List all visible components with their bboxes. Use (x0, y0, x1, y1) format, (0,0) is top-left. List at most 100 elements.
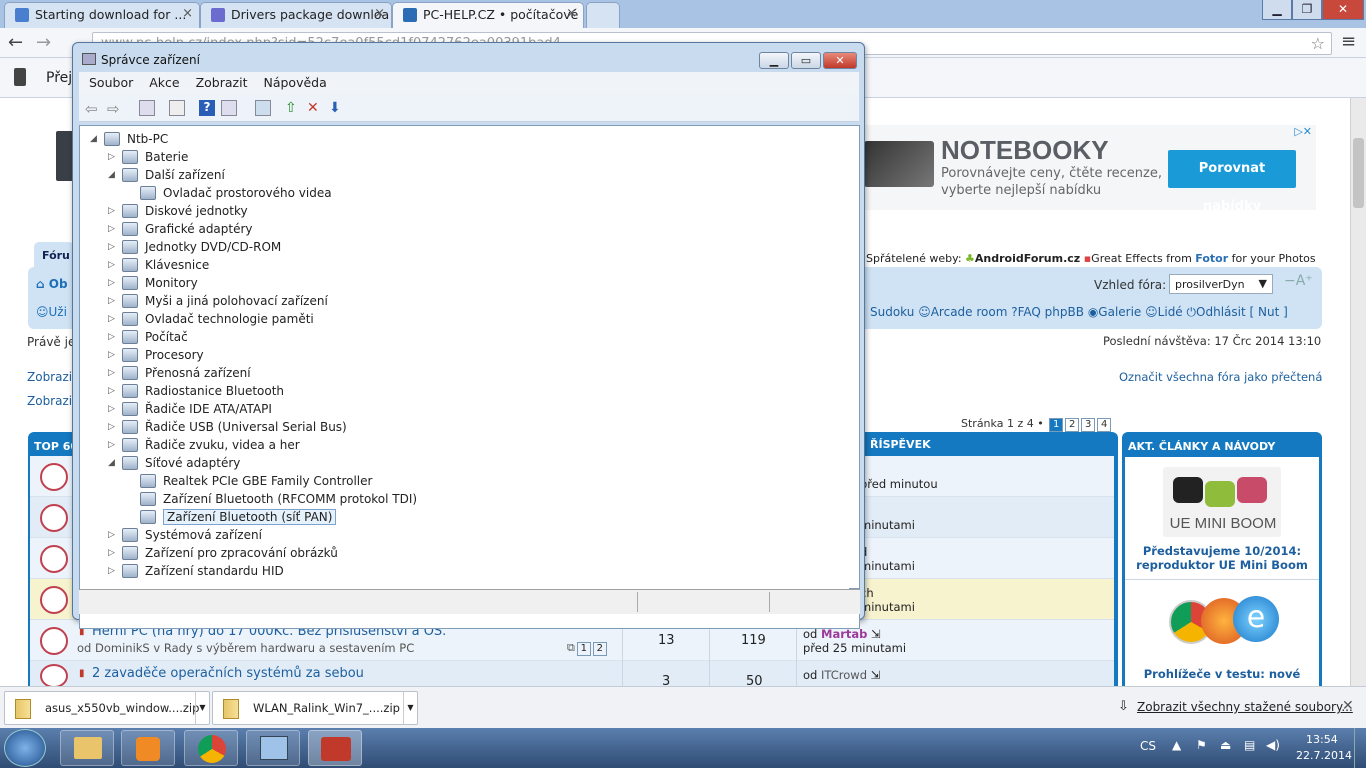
home-icon[interactable]: ⌂ Ob (36, 277, 68, 291)
close-button[interactable]: ✕ (823, 52, 857, 69)
tree-node[interactable]: ▷ Radiostanice Bluetooth (108, 382, 284, 400)
expand-icon[interactable]: ▷ (108, 526, 115, 544)
tab-starting-download[interactable]: Starting download for ... × (4, 2, 200, 28)
tree-node[interactable]: ▷ Monitory (108, 274, 198, 292)
maximize-button[interactable]: ❐ (1292, 0, 1322, 20)
menu-file[interactable]: Soubor (89, 72, 133, 94)
expand-icon[interactable]: ▷ (108, 292, 115, 310)
fotor-link-pre[interactable]: Great Effects from (1091, 252, 1192, 265)
expand-icon[interactable]: ▷ (108, 382, 115, 400)
expand-icon[interactable]: ▷ (108, 202, 115, 220)
expand-icon[interactable]: ▷ (108, 346, 115, 364)
download-item[interactable]: WLAN_Ralink_Win7_....zip ▼ (212, 691, 418, 725)
page-link[interactable]: 3 (1081, 418, 1096, 432)
tree-node[interactable]: ◢ Ntb-PC (90, 130, 168, 148)
close-window-button[interactable]: ✕ (1322, 0, 1364, 20)
tree-node[interactable]: Zařízení Bluetooth (RFCOMM protokol TDI) (126, 490, 417, 508)
network-icon[interactable]: ▤ (1244, 738, 1255, 752)
tree-node[interactable]: ▷ Řadiče USB (Universal Serial Bus) (108, 418, 347, 436)
minimize-button[interactable]: ▁ (759, 52, 789, 69)
nav-link-faq[interactable]: ?FAQ phpBB (1011, 305, 1084, 319)
show-link-2[interactable]: Zobrazi (27, 394, 72, 408)
tree-node[interactable]: ▷ Klávesnice (108, 256, 209, 274)
tree-node[interactable]: ▷ Grafické adaptéry (108, 220, 253, 238)
menu-view[interactable]: Zobrazit (196, 72, 248, 94)
tree-node[interactable]: Ovladač prostorového videa (126, 184, 332, 202)
back-icon[interactable]: ⇦ (85, 100, 101, 118)
back-icon[interactable]: ← (8, 32, 23, 53)
scan-hardware-icon[interactable] (255, 100, 271, 116)
expand-icon[interactable]: ▷ (108, 274, 115, 292)
tree-node[interactable]: ▷ Ovladač technologie paměti (108, 310, 314, 328)
language-indicator[interactable]: CS (1140, 739, 1156, 753)
show-hide-tree-icon[interactable] (139, 100, 155, 116)
collapse-icon[interactable]: ◢ (90, 130, 97, 148)
expand-icon[interactable]: ▷ (108, 400, 115, 418)
chevron-down-icon[interactable]: ▼ (195, 692, 209, 724)
page-scrollbar[interactable] (1350, 98, 1366, 686)
menu-help[interactable]: Nápověda (263, 72, 326, 94)
tree-node[interactable]: ▷ Systémová zařízení (108, 526, 262, 544)
expand-icon[interactable]: ▷ (108, 148, 115, 166)
taskbar-chrome[interactable] (184, 730, 238, 766)
topic-title-link[interactable]: 2 zavaděče operačních systémů za sebou (92, 666, 364, 681)
expand-icon[interactable]: ▷ (108, 328, 115, 346)
page-link[interactable]: 2 (592, 642, 607, 656)
forward-icon[interactable]: ⇨ (107, 100, 123, 118)
minimize-button[interactable]: ▁ (1262, 0, 1292, 20)
close-icon[interactable]: × (182, 6, 193, 21)
tree-node[interactable]: ▷ Počítač (108, 328, 188, 346)
nav-link-gallery[interactable]: ◉Galerie (1088, 305, 1142, 319)
tree-node[interactable]: ▷ Myši a jiná polohovací zařízení (108, 292, 328, 310)
menu-icon[interactable]: ≡ (1341, 31, 1356, 52)
uninstall-icon[interactable]: ✕ (307, 100, 323, 116)
collapse-icon[interactable]: ◢ (108, 166, 115, 184)
bookmark-item[interactable]: Přej (46, 70, 72, 86)
forward-icon[interactable]: → (36, 32, 51, 53)
show-desktop-button[interactable] (1354, 728, 1366, 768)
clock-date[interactable]: 22.7.2014 (1296, 749, 1352, 762)
show-all-downloads-link[interactable]: Zobrazit všechny stažené soubory... (1137, 700, 1353, 714)
show-link-1[interactable]: Zobrazi (27, 370, 72, 384)
maximize-button[interactable]: ▭ (791, 52, 821, 69)
expand-icon[interactable]: ▷ (108, 544, 115, 562)
article-link[interactable]: Prohlížeče v testu: nové (1135, 667, 1309, 681)
tree-node[interactable]: ◢ Další zařízení (108, 166, 225, 184)
update-driver-icon[interactable]: ⇧ (285, 100, 301, 116)
browsers-image[interactable]: e (1163, 588, 1281, 660)
tree-node[interactable]: ▷ Zařízení standardu HID (108, 562, 284, 580)
expand-icon[interactable]: ▷ (108, 418, 115, 436)
user-link[interactable]: ITCrowd (821, 668, 867, 682)
flag-icon[interactable]: ⚑ (1196, 738, 1207, 752)
new-tab-button[interactable] (586, 2, 620, 28)
tree-node[interactable]: ▷ Přenosná zařízení (108, 364, 251, 382)
fotor-brand[interactable]: Fotor (1195, 252, 1228, 265)
tree-node[interactable]: ▷ Zařízení pro zpracování obrázků (108, 544, 338, 562)
style-select[interactable]: prosilverDyn ▼ (1169, 274, 1273, 294)
close-icon[interactable]: × (566, 6, 577, 21)
download-item[interactable]: asus_x550vb_window....zip ▼ (4, 691, 210, 725)
clock-time[interactable]: 13:54 (1306, 733, 1338, 746)
device-manager-window[interactable]: Správce zařízení ▁ ▭ ✕ Soubor Akce Zobrazi… (72, 42, 865, 629)
enable-device-icon[interactable]: ⬇ (329, 100, 345, 116)
expand-icon[interactable]: ▷ (108, 238, 115, 256)
tree-node[interactable]: ▷ Řadiče IDE ATA/ATAPI (108, 400, 272, 418)
user-link[interactable]: Martab (821, 627, 867, 641)
font-size-icon[interactable]: −A⁺ (1284, 273, 1313, 289)
goto-post-icon[interactable]: ⇲ (871, 668, 881, 682)
scrollbar-thumb[interactable] (1353, 138, 1364, 208)
volume-icon[interactable]: ◀) (1266, 738, 1280, 752)
expand-icon[interactable]: ▷ (108, 310, 115, 328)
start-button[interactable] (4, 729, 46, 767)
nav-link-people[interactable]: ☺Lidé (1145, 305, 1183, 319)
collapse-icon[interactable]: ◢ (108, 454, 115, 472)
page-link[interactable]: 4 (1097, 418, 1112, 432)
nav-link-arcade[interactable]: ☺Arcade room (918, 305, 1007, 319)
article-link[interactable]: Představujeme 10/2014: reproduktor UE Mi… (1135, 544, 1309, 572)
mark-all-read-link[interactable]: Označit všechna fóra jako přečtená (1119, 370, 1322, 384)
menu-action[interactable]: Akce (149, 72, 179, 94)
tree-node[interactable]: ▷ Jednotky DVD/CD-ROM (108, 238, 281, 256)
tab-pc-help[interactable]: PC-HELP.CZ • počítačové × (392, 2, 584, 28)
show-hidden-icons[interactable]: ▲ (1172, 738, 1181, 752)
tree-node[interactable]: ◢ Síťové adaptéry (108, 454, 240, 472)
